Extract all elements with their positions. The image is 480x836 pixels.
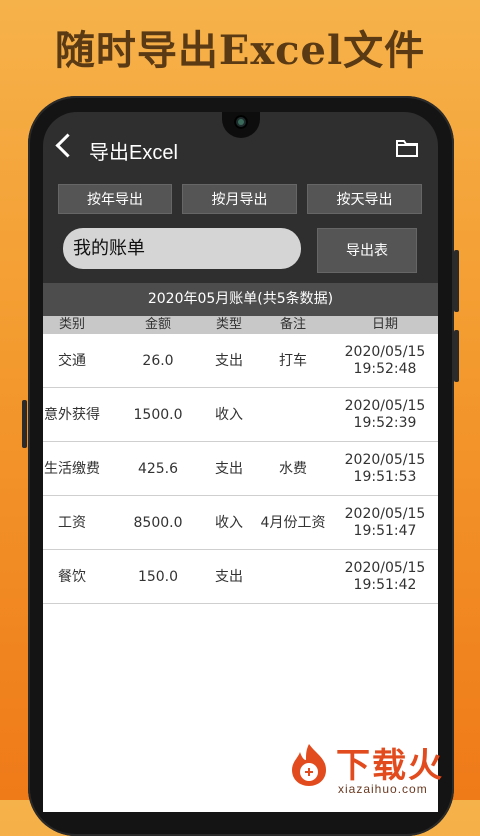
column-header-type: 类型 bbox=[215, 317, 242, 332]
cell-category: 意外获得 bbox=[44, 407, 100, 423]
table-row[interactable]: 交通 26.0 支出 打车 2020/05/15 19:52:48 bbox=[43, 334, 438, 388]
cell-date-day: 2020/05/15 bbox=[344, 398, 426, 414]
cell-type: 支出 bbox=[215, 353, 243, 369]
cell-date-time: 19:51:42 bbox=[353, 577, 417, 593]
table-row[interactable]: 意外获得 1500.0 收入 2020/05/15 19:52:39 bbox=[43, 388, 438, 442]
folder-icon[interactable] bbox=[396, 139, 418, 157]
cell-type: 收入 bbox=[215, 515, 243, 531]
cell-date: 2020/05/15 19:52:39 bbox=[343, 388, 427, 442]
cell-date-day: 2020/05/15 bbox=[344, 506, 426, 522]
cell-type: 收入 bbox=[215, 407, 243, 423]
phone-side-button bbox=[22, 400, 27, 448]
cell-amount: 150.0 bbox=[137, 569, 179, 585]
table-row[interactable]: 工资 8500.0 收入 4月份工资 2020/05/15 19:51:47 bbox=[43, 496, 438, 550]
cell-category: 工资 bbox=[58, 515, 86, 531]
cell-note: 4月份工资 bbox=[260, 515, 326, 531]
export-by-month-button[interactable]: 按月导出 bbox=[182, 184, 297, 214]
app-bar: 导出Excel bbox=[43, 125, 438, 173]
cell-note: 水费 bbox=[279, 461, 307, 477]
cell-date-time: 19:51:53 bbox=[353, 469, 417, 485]
page-title: 导出Excel bbox=[89, 142, 178, 164]
phone-side-button bbox=[454, 250, 459, 312]
cell-type: 支出 bbox=[215, 461, 243, 477]
cell-amount: 8500.0 bbox=[133, 515, 183, 531]
cell-date-time: 19:51:47 bbox=[353, 523, 417, 539]
cell-date-time: 19:52:39 bbox=[353, 415, 417, 431]
export-period-buttons: 按年导出 按月导出 按天导出 bbox=[43, 184, 438, 214]
watermark-url: xiazaihuo.com bbox=[338, 782, 428, 796]
cell-amount: 1500.0 bbox=[133, 407, 183, 423]
back-arrow-icon[interactable] bbox=[55, 133, 80, 158]
cell-note bbox=[243, 388, 343, 442]
cell-category: 餐饮 bbox=[58, 569, 86, 585]
promo-title: 随时导出Excel文件 bbox=[54, 27, 426, 74]
file-name-input[interactable]: 我的账单 bbox=[63, 228, 301, 269]
column-header-note: 备注 bbox=[279, 317, 306, 332]
column-header-amount: 金额 bbox=[144, 317, 171, 332]
column-header-category: 类别 bbox=[58, 317, 85, 332]
export-table-button[interactable]: 导出表 bbox=[317, 228, 417, 273]
cell-date: 2020/05/15 19:51:47 bbox=[343, 496, 427, 550]
cell-date-time: 19:52:48 bbox=[353, 361, 417, 377]
cell-amount: 425.6 bbox=[137, 461, 179, 477]
watermark: 下载火 xiazaihuo.com bbox=[280, 738, 480, 800]
phone-side-button bbox=[454, 330, 459, 382]
cell-date: 2020/05/15 19:51:42 bbox=[343, 550, 427, 604]
watermark-brand: 下载火 bbox=[336, 746, 444, 786]
cell-type: 支出 bbox=[215, 569, 243, 585]
cell-note bbox=[243, 550, 343, 604]
export-by-day-button[interactable]: 按天导出 bbox=[307, 184, 422, 214]
cell-date-day: 2020/05/15 bbox=[344, 344, 426, 360]
table-header-row: 类别 金额 类型 备注 日期 bbox=[43, 316, 438, 334]
cell-date-day: 2020/05/15 bbox=[344, 452, 426, 468]
cell-date-day: 2020/05/15 bbox=[344, 560, 426, 576]
cell-category: 生活缴费 bbox=[44, 461, 100, 477]
cell-date: 2020/05/15 19:51:53 bbox=[343, 442, 427, 496]
cell-amount: 26.0 bbox=[142, 353, 174, 369]
cell-category: 交通 bbox=[58, 353, 86, 369]
cell-date: 2020/05/15 19:52:48 bbox=[343, 334, 427, 388]
export-by-year-button[interactable]: 按年导出 bbox=[58, 184, 172, 214]
sheet-header: 2020年05月账单(共5条数据) bbox=[43, 283, 438, 316]
flame-logo-icon bbox=[292, 744, 326, 786]
cell-note: 打车 bbox=[279, 353, 307, 369]
column-header-date: 日期 bbox=[371, 317, 398, 332]
table-row[interactable]: 餐饮 150.0 支出 2020/05/15 19:51:42 bbox=[43, 550, 438, 604]
table-row[interactable]: 生活缴费 425.6 支出 水费 2020/05/15 19:51:53 bbox=[43, 442, 438, 496]
